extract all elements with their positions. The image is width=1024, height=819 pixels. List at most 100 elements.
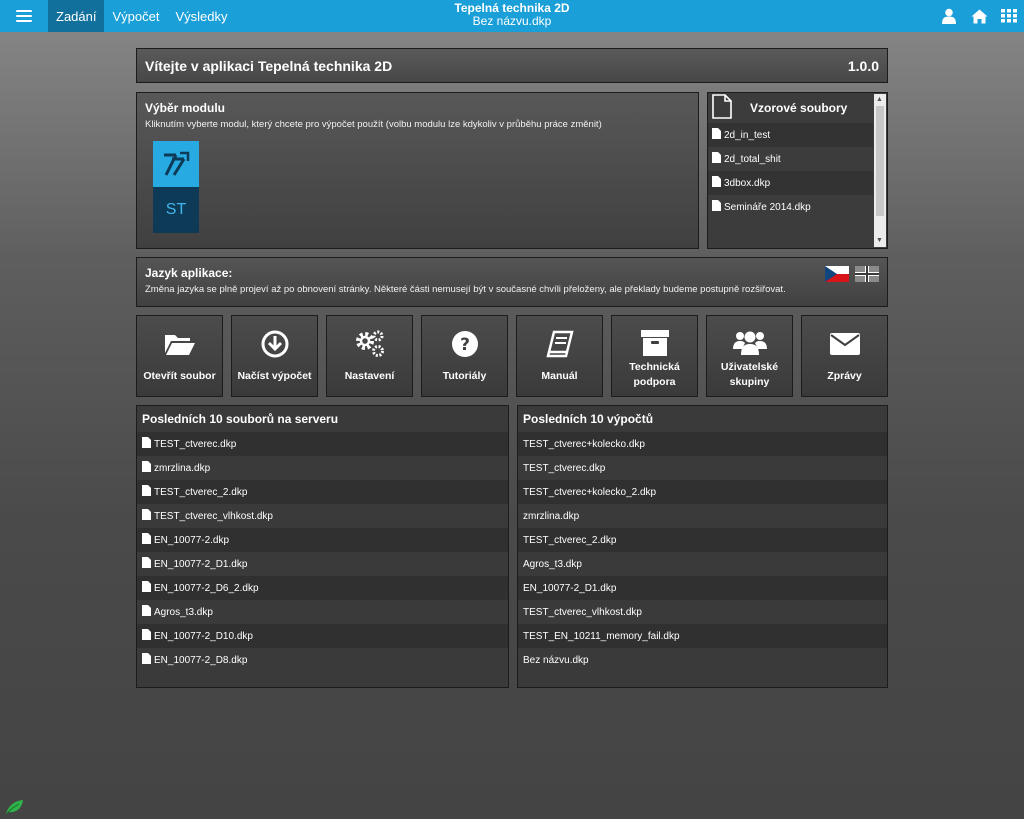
recent-calculation-row[interactable]: TEST_ctverec.dkp xyxy=(518,456,887,480)
recent-calculations-title: Posledních 10 výpočtů xyxy=(523,412,654,426)
load-calculation-button[interactable]: Načíst výpočet xyxy=(231,315,318,397)
module-tile-st[interactable]: ST xyxy=(153,141,199,233)
folder-open-icon xyxy=(164,326,196,362)
recent-calculation-name: TEST_ctverec+kolecko.dkp xyxy=(523,438,645,450)
file-icon xyxy=(712,176,721,190)
recent-file-row[interactable]: EN_10077-2_D6_2.dkp xyxy=(137,576,508,600)
hamburger-menu-icon[interactable] xyxy=(0,0,48,32)
file-icon xyxy=(712,152,721,166)
recent-file-row[interactable]: TEST_ctverec.dkp xyxy=(137,432,508,456)
sample-files-title: Vzorové soubory xyxy=(750,101,848,115)
recent-file-name: EN_10077-2_D6_2.dkp xyxy=(154,582,259,594)
question-circle-icon: ? xyxy=(451,326,479,362)
file-icon xyxy=(712,128,721,142)
file-icon xyxy=(142,629,151,643)
recent-calculation-row[interactable]: Bez názvu.dkp xyxy=(518,648,887,672)
file-icon xyxy=(142,533,151,547)
user-groups-button[interactable]: Uživatelské skupiny xyxy=(706,315,793,397)
manual-label: Manuál xyxy=(541,369,578,382)
recent-file-name: EN_10077-2_D10.dkp xyxy=(154,630,253,642)
top-bar: Zadání Výpočet Výsledky Tepelná technika… xyxy=(0,0,1024,32)
tab-zadani[interactable]: Zadání xyxy=(48,0,105,32)
recent-file-row[interactable]: EN_10077-2.dkp xyxy=(137,528,508,552)
recent-files-title: Posledních 10 souborů na serveru xyxy=(142,412,339,426)
recent-calculations-panel: Posledních 10 výpočtů TEST_ctverec+kolec… xyxy=(517,405,888,688)
recent-file-row[interactable]: Agros_t3.dkp xyxy=(137,600,508,624)
recent-calculation-row[interactable]: TEST_ctverec_vlhkost.dkp xyxy=(518,600,887,624)
module-selection-panel: Výběr modulu Kliknutím vyberte modul, kt… xyxy=(136,92,699,249)
recent-file-name: EN_10077-2_D8.dkp xyxy=(154,654,248,666)
recent-file-name: EN_10077-2_D1.dkp xyxy=(154,558,248,570)
welcome-panel: Vítejte v aplikaci Tepelná technika 2D 1… xyxy=(136,48,888,83)
recent-calculation-row[interactable]: EN_10077-2_D1.dkp xyxy=(518,576,887,600)
module-selection-description: Kliknutím vyberte modul, který chcete pr… xyxy=(145,119,602,130)
recent-calculation-name: EN_10077-2_D1.dkp xyxy=(523,582,617,594)
svg-text:?: ? xyxy=(460,335,470,355)
english-flag-icon[interactable] xyxy=(855,266,879,282)
recent-calculation-row[interactable]: zmrzlina.dkp xyxy=(518,504,887,528)
recent-calculation-name: TEST_ctverec.dkp xyxy=(523,462,606,474)
scrollbar-thumb[interactable] xyxy=(876,106,884,216)
language-description: Změna jazyka se plně projeví až po obnov… xyxy=(145,284,786,295)
sample-file-row[interactable]: 2d_in_test xyxy=(708,123,873,147)
recent-calculation-row[interactable]: TEST_ctverec_2.dkp xyxy=(518,528,887,552)
file-icon xyxy=(142,485,151,499)
sample-file-row[interactable]: 2d_total_shit xyxy=(708,147,873,171)
open-file-label: Otevřít soubor xyxy=(143,369,216,382)
grid-icon[interactable] xyxy=(994,0,1024,32)
sample-files-panel: Vzorové soubory 2d_in_test 2d_total_shit… xyxy=(707,92,888,249)
tutorials-button[interactable]: ? Tutoriály xyxy=(421,315,508,397)
file-icon xyxy=(142,653,151,667)
recent-calculation-name: Bez názvu.dkp xyxy=(523,654,589,666)
recent-file-row[interactable]: TEST_ctverec_vlhkost.dkp xyxy=(137,504,508,528)
file-icon xyxy=(142,461,151,475)
file-icon xyxy=(142,581,151,595)
czech-flag-icon[interactable] xyxy=(825,266,849,282)
home-icon[interactable] xyxy=(964,0,994,32)
recent-file-row[interactable]: EN_10077-2_D1.dkp xyxy=(137,552,508,576)
recent-calculation-row[interactable]: TEST_ctverec+kolecko.dkp xyxy=(518,432,887,456)
sample-files-scrollbar[interactable]: ▲ ▼ xyxy=(874,94,886,247)
messages-button[interactable]: Zprávy xyxy=(801,315,888,397)
recent-file-name: zmrzlina.dkp xyxy=(154,462,211,474)
tab-vypocet[interactable]: Výpočet xyxy=(104,0,167,32)
file-icon xyxy=(142,437,151,451)
load-calculation-label: Načíst výpočet xyxy=(237,369,312,382)
technical-support-button[interactable]: Technická podpora xyxy=(611,315,698,397)
module-st-label: ST xyxy=(153,187,199,233)
recent-file-name: TEST_ctverec_vlhkost.dkp xyxy=(154,510,273,522)
recent-calculation-name: TEST_ctverec_vlhkost.dkp xyxy=(523,606,642,618)
messages-label: Zprávy xyxy=(827,369,862,382)
sample-file-row[interactable]: Semináře 2014.dkp xyxy=(708,195,873,219)
scroll-down-icon[interactable]: ▼ xyxy=(876,237,883,245)
manual-button[interactable]: Manuál xyxy=(516,315,603,397)
recent-file-row[interactable]: EN_10077-2_D8.dkp xyxy=(137,648,508,672)
tutorials-label: Tutoriály xyxy=(442,369,487,382)
language-panel: Jazyk aplikace: Změna jazyka se plně pro… xyxy=(136,257,888,307)
envelope-icon xyxy=(829,326,861,362)
language-title: Jazyk aplikace: xyxy=(145,266,233,280)
user-groups-label: Uživatelské skupiny xyxy=(720,361,779,388)
recent-calculation-name: TEST_EN_10211_memory_fail.dkp xyxy=(523,630,680,642)
recent-calculation-row[interactable]: TEST_EN_10211_memory_fail.dkp xyxy=(518,624,887,648)
recent-calculation-row[interactable]: Agros_t3.dkp xyxy=(518,552,887,576)
scroll-up-icon[interactable]: ▲ xyxy=(876,96,883,104)
sample-file-row[interactable]: 3dbox.dkp xyxy=(708,171,873,195)
book-icon xyxy=(545,326,574,362)
recent-file-name: TEST_ctverec.dkp xyxy=(154,438,237,450)
recent-calculation-name: TEST_ctverec_2.dkp xyxy=(523,534,617,546)
gears-icon xyxy=(354,326,386,362)
recent-file-name: EN_10077-2.dkp xyxy=(154,534,230,546)
user-icon[interactable] xyxy=(934,0,964,32)
users-icon xyxy=(732,326,768,360)
download-circle-icon xyxy=(261,326,289,362)
file-icon xyxy=(712,94,732,122)
archive-box-icon xyxy=(640,326,670,360)
recent-file-row[interactable]: TEST_ctverec_2.dkp xyxy=(137,480,508,504)
recent-calculation-row[interactable]: TEST_ctverec+kolecko_2.dkp xyxy=(518,480,887,504)
recent-file-row[interactable]: EN_10077-2_D10.dkp xyxy=(137,624,508,648)
open-file-button[interactable]: Otevřít soubor xyxy=(136,315,223,397)
recent-file-row[interactable]: zmrzlina.dkp xyxy=(137,456,508,480)
settings-button[interactable]: Nastavení xyxy=(326,315,413,397)
tab-vysledky[interactable]: Výsledky xyxy=(167,0,235,32)
